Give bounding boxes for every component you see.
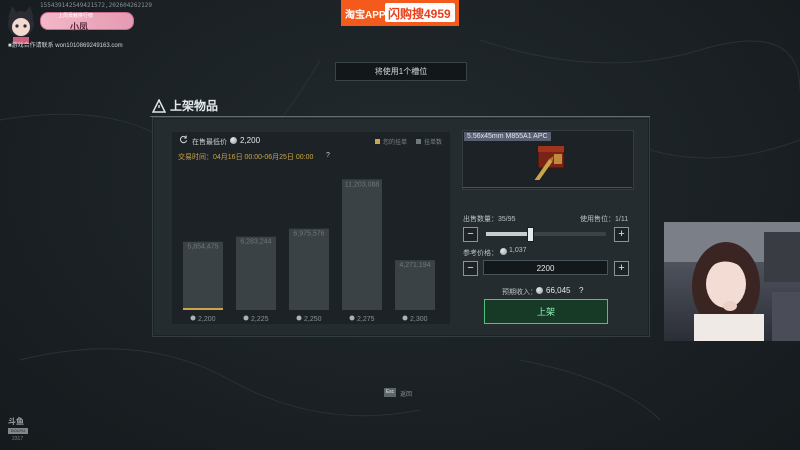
badge-caption: 上周贡献排行榜: [58, 13, 94, 19]
streamer-avatar-icon: [8, 6, 34, 44]
chart-x-tick-label: 2,250: [304, 316, 322, 323]
douyu-logo: 斗鱼: [8, 417, 24, 426]
back-label[interactable]: 返回: [400, 389, 412, 398]
esc-key-icon[interactable]: Esc: [384, 388, 396, 397]
quantity-slider-fill: [486, 232, 531, 236]
stream-id: 155439142549421572,202604262129: [40, 2, 152, 9]
streamer-name: 小凤: [70, 22, 89, 32]
expected-income-value: 66,045: [546, 286, 571, 295]
page-title: 上架物品: [170, 99, 219, 113]
chart-x-tick-label: 2,225: [251, 316, 269, 323]
expected-income-label: 预期收入：: [502, 289, 537, 296]
chart-bar-own-marker: [183, 308, 223, 310]
price-minus-button[interactable]: −: [463, 261, 478, 276]
price-plus-button[interactable]: +: [614, 261, 629, 276]
panel-header: 上架物品: [150, 96, 650, 118]
ad-app-label: 淘宝APP: [345, 10, 386, 21]
quantity-label: 出售数量：35/95: [463, 216, 516, 223]
quantity-minus-button[interactable]: −: [463, 227, 478, 242]
chart-bar: [342, 179, 382, 310]
coin-icon: [536, 287, 543, 294]
quantity-plus-button[interactable]: +: [614, 227, 629, 242]
chart-data-label: 11,203,088: [345, 181, 380, 188]
coin-icon: [402, 315, 408, 321]
reference-price-value: 1,037: [509, 247, 527, 254]
coin-icon: [190, 315, 196, 321]
price-bar-chart: 5,854,475 2,200 6,283,244 2,225 6,975,576 2,2…: [183, 179, 435, 323]
ammo-box-icon: [534, 145, 565, 180]
chart-data-label: 5,854,475: [187, 244, 218, 251]
ad-banner: 淘宝APP 闪购搜4959: [341, 0, 459, 26]
reference-price-label: 参考价格：: [463, 250, 498, 257]
webcam-person-image: [664, 222, 800, 341]
chart-data-label: 6,283,244: [240, 239, 271, 246]
chart-x-tick-label: 2,275: [357, 316, 375, 323]
chart-bar: [183, 241, 223, 310]
price-input[interactable]: 2200: [483, 260, 608, 275]
ad-brand-box: 闪购搜4959: [385, 3, 455, 22]
warning-triangle-icon: [152, 99, 166, 113]
list-item-button[interactable]: 上架: [484, 299, 608, 324]
slot-usage-banner: 将使用1个槽位: [335, 62, 467, 81]
contact-text: ■游戏合作请联系 won1010869249163.com: [8, 43, 123, 49]
chart-bar: [236, 236, 276, 310]
quantity-slider-thumb[interactable]: [527, 227, 535, 242]
coin-icon: [349, 315, 355, 321]
chart-data-label: 6,975,576: [293, 231, 324, 238]
stream-overlay: 155439142549421572,202604262129 上周贡献排行榜 …: [0, 0, 152, 52]
slot-usage-label: 使用售位：1/11: [580, 216, 629, 223]
douyu-room-number: 2317: [12, 436, 24, 442]
webcam-feed: [664, 222, 800, 341]
chart-bar: [289, 228, 329, 310]
income-help-icon[interactable]: ?: [579, 286, 583, 295]
ad-brand-text: 闪购搜4959: [388, 7, 451, 21]
douyu-logo-sub: DOUYU: [8, 428, 28, 434]
chart-x-tick-label: 2,200: [198, 316, 216, 323]
coin-icon: [243, 315, 249, 321]
coin-icon: [500, 248, 507, 255]
card-divider: [462, 187, 632, 188]
chart-x-tick-label: 2,300: [410, 316, 428, 323]
chart-data-label: 4,271,194: [399, 262, 430, 269]
coin-icon: [296, 315, 302, 321]
